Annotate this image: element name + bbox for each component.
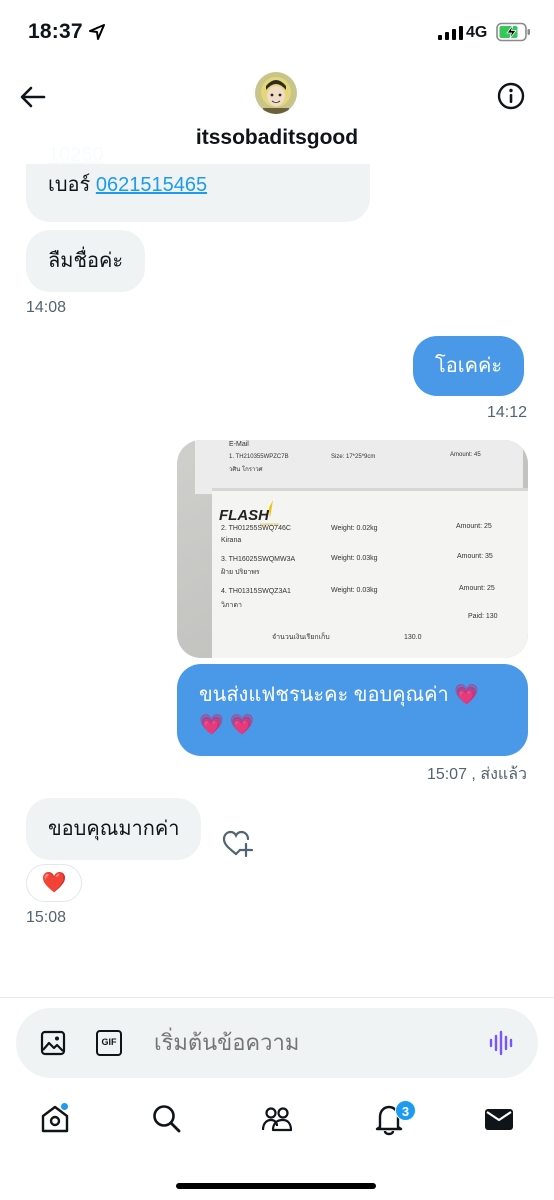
link-phone[interactable]: 0621515465	[96, 174, 207, 196]
gif-icon[interactable]: GIF	[96, 1030, 122, 1056]
receipt-row4-weight: Weight: 0.03kg	[331, 587, 378, 594]
receipt-row4-name: วิภาดา	[221, 601, 242, 609]
receipt-row3: 3. TH16025SWQMW3A	[221, 556, 296, 563]
receipt-row2-name: Kirana	[221, 537, 241, 544]
receipt-row1-size: Size: 17*25*9cm	[331, 454, 375, 460]
receipt-total-label: จำนวนเงินเรียกเก็บ	[272, 632, 330, 641]
info-icon[interactable]	[496, 81, 526, 111]
receipt-row2-weight: Weight: 0.02kg	[331, 525, 378, 532]
phone-prefix: เบอร์	[48, 174, 96, 196]
receipt-row3-name: ฝ้าย ปริยาพร	[221, 568, 260, 576]
add-reaction-icon[interactable]	[222, 830, 254, 858]
search-icon[interactable]	[150, 1102, 184, 1136]
message-input[interactable]	[154, 1008, 454, 1078]
message-text-emoji: 💗 💗	[199, 714, 255, 736]
receipt-paid: Paid: 130	[468, 613, 498, 620]
communities-icon[interactable]	[260, 1102, 294, 1136]
receipt-row3-amount: Amount: 35	[457, 553, 493, 560]
receipt-row3-weight: Weight: 0.03kg	[331, 555, 378, 562]
receipt-row4-amount: Amount: 25	[459, 585, 495, 592]
timestamp: 14:12	[486, 404, 527, 421]
tab-bar	[0, 1090, 554, 1160]
receipt-row1-amount: Amount: 45	[450, 452, 481, 458]
avatar[interactable]	[255, 72, 297, 114]
receipt-row1-name: วศิน โกราวศ	[229, 465, 263, 473]
image-icon[interactable]	[40, 1030, 66, 1056]
voice-icon[interactable]	[488, 1030, 516, 1056]
back-arrow-icon[interactable]	[18, 82, 48, 112]
message-image[interactable]: E-Mail 1. TH210355WPZC7B วศิน โกราวศ Siz…	[177, 440, 528, 658]
message-incoming: ขอบคุณมากค่า	[26, 798, 202, 860]
receipt-row2-amount: Amount: 25	[456, 523, 492, 530]
home-new-dot	[60, 1102, 69, 1111]
receipt-row2: 2. TH01255SWQ746C	[221, 525, 291, 532]
divider	[0, 997, 554, 998]
receipt-header: E-Mail	[229, 441, 249, 448]
home-indicator	[176, 1183, 376, 1189]
timestamp-sent: 15:07 , ส่งแล้ว	[426, 766, 527, 783]
receipt-photo: E-Mail 1. TH210355WPZC7B วศิน โกราวศ Siz…	[177, 440, 528, 658]
receipt-row4: 4. TH01315SWQZ3A1	[221, 588, 291, 595]
receipt-row1: 1. TH210355WPZC7B	[229, 454, 289, 460]
message-outgoing: โอเคค่ะ	[413, 336, 525, 396]
timestamp: 14:08	[26, 299, 67, 316]
conversation-header: itssobaditsgood	[0, 64, 554, 164]
message-outgoing: ขนส่งแฟชรนะคะ ขอบคุณค่า 💗 💗 💗	[177, 664, 528, 756]
reaction-heart[interactable]: ❤️	[26, 864, 82, 902]
message-composer: GIF	[16, 1008, 538, 1078]
notifications-badge: 3	[395, 1100, 416, 1121]
receipt-total-value: 130.0	[404, 634, 422, 641]
message-text: ขนส่งแฟชรนะคะ ขอบคุณค่า 💗	[199, 684, 480, 706]
conversation-username[interactable]: itssobaditsgood	[0, 126, 554, 150]
mail-icon[interactable]	[482, 1102, 516, 1136]
message-incoming: ลืมชื่อค่ะ	[26, 230, 146, 292]
timestamp: 15:08	[26, 909, 67, 926]
